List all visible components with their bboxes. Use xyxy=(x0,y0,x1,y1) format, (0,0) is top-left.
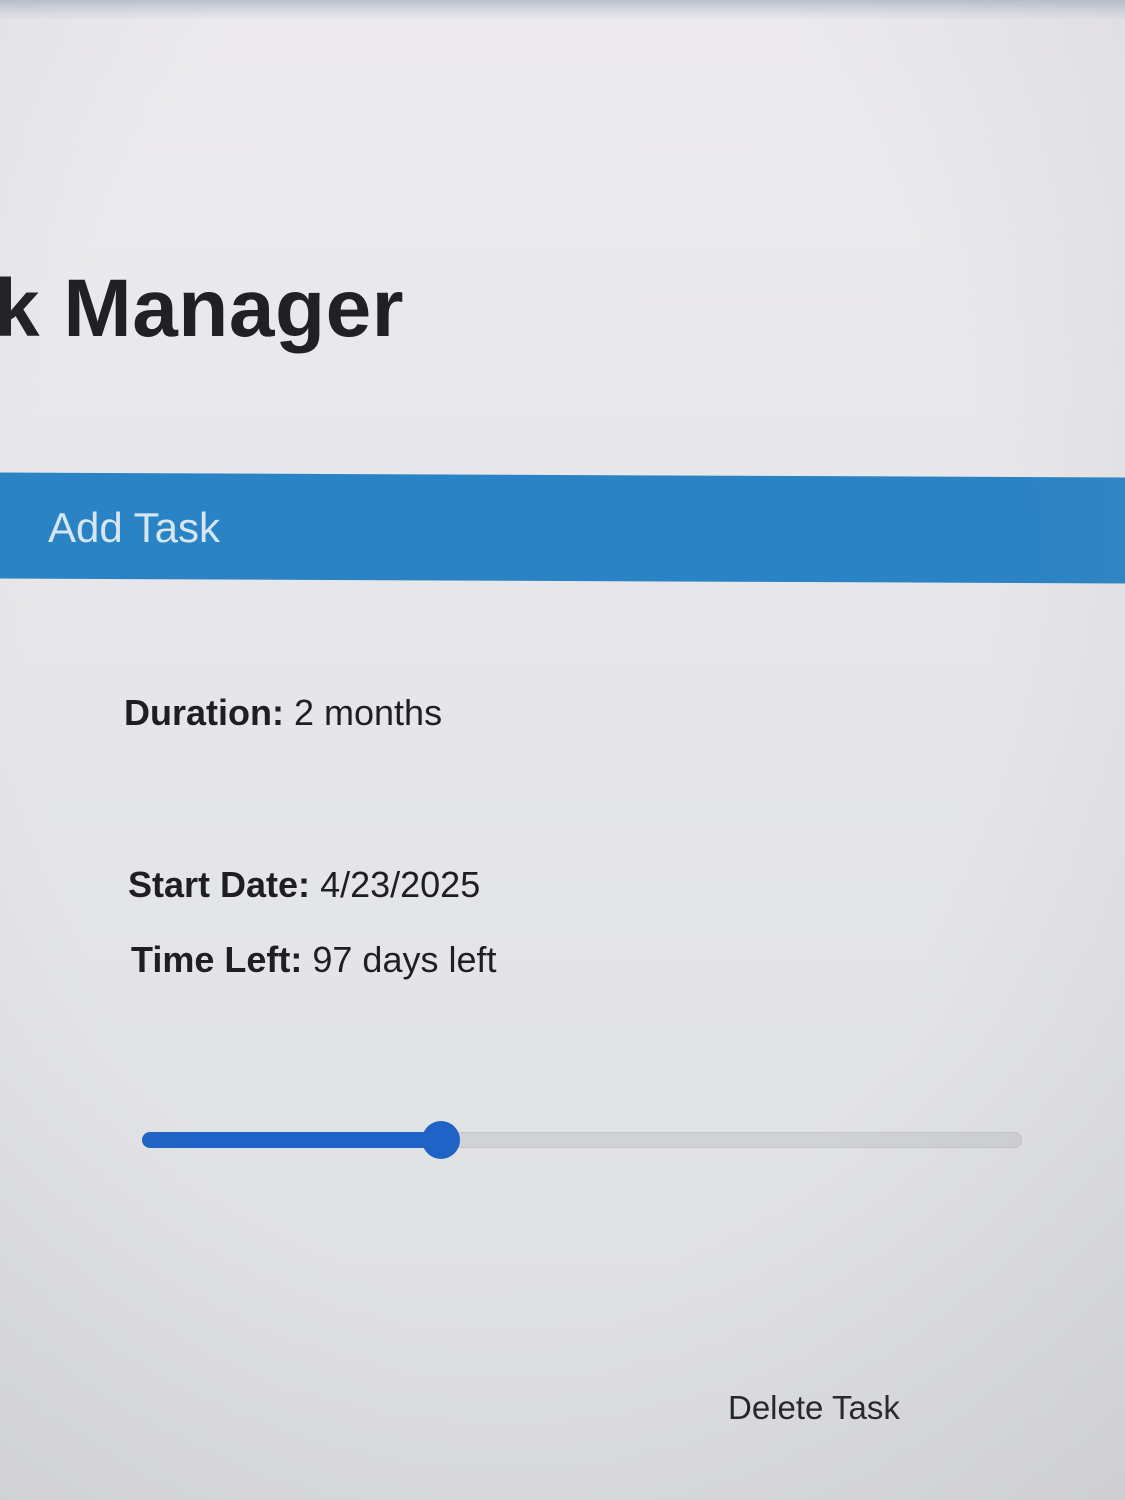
start-date-row: Start Date: 4/23/2025 xyxy=(128,864,480,906)
duration-value: 2 months xyxy=(294,692,443,733)
time-left-row: Time Left: 97 days left xyxy=(131,939,497,981)
delete-task-button[interactable]: Delete Task xyxy=(728,1389,900,1427)
add-task-button[interactable]: Add Task xyxy=(48,504,220,552)
photo-vignette xyxy=(0,0,1125,1500)
start-date-value: 4/23/2025 xyxy=(320,864,481,905)
page-title: k Manager xyxy=(0,263,405,354)
slider-fill xyxy=(142,1132,442,1148)
start-date-label: Start Date: xyxy=(128,864,311,905)
slider-thumb[interactable] xyxy=(422,1121,461,1159)
time-left-value: 97 days left xyxy=(312,939,497,980)
window-top-edge xyxy=(0,0,1125,20)
time-left-label: Time Left: xyxy=(131,939,303,980)
duration-row: Duration: 2 months xyxy=(124,692,442,734)
duration-label: Duration: xyxy=(124,692,284,733)
progress-slider[interactable] xyxy=(142,1121,1022,1159)
task-manager-screen: k Manager Add Task Duration: 2 months St… xyxy=(0,0,1125,1500)
